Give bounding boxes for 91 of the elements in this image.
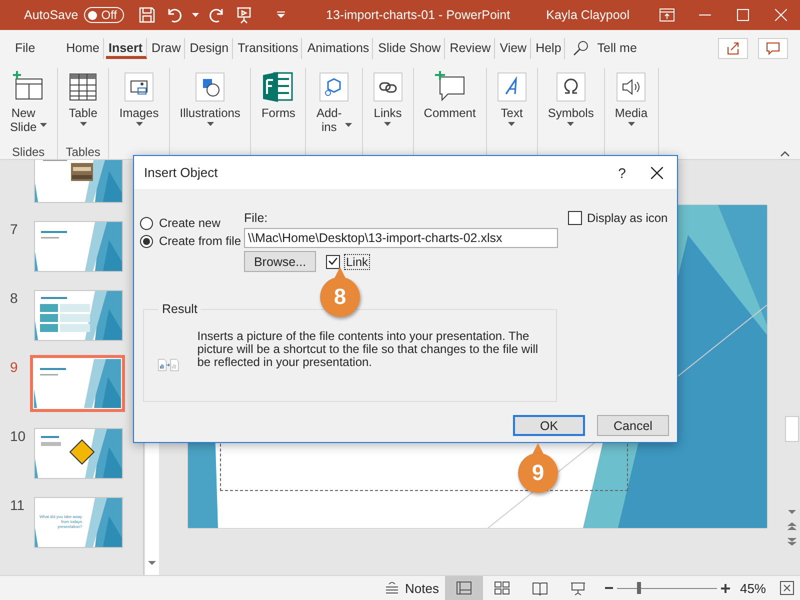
- picture-icon: [124, 72, 154, 102]
- dialog-button[interactable]: Cancel: [597, 415, 669, 436]
- search-icon: [573, 40, 590, 56]
- ribbon-tab[interactable]: Slide Show: [375, 38, 445, 58]
- ribbon-button[interactable]: Comment: [422, 70, 478, 142]
- ribbon-tab[interactable]: Review: [446, 38, 495, 58]
- ribbon-tab[interactable]: Transitions: [234, 38, 302, 58]
- ribbon-button[interactable]: Images: [117, 70, 161, 142]
- ribbon-button[interactable]: Forms: [259, 70, 298, 142]
- comment-icon: [434, 71, 466, 103]
- zoom-level[interactable]: 45%: [740, 580, 766, 596]
- forms-icon: [262, 70, 294, 104]
- autosave-toggle[interactable]: Off: [84, 7, 124, 23]
- help-button[interactable]: ?: [607, 164, 637, 180]
- normal-view-icon: [454, 579, 474, 597]
- slide-thumbnail[interactable]: [34, 428, 123, 479]
- ribbon-button[interactable]: Links: [370, 70, 405, 142]
- zoom-in-icon[interactable]: [720, 584, 730, 592]
- window-title: 13-import-charts-01 - PowerPoint: [326, 8, 510, 22]
- text-icon: [496, 72, 527, 102]
- user-name[interactable]: Kayla Claypool: [546, 8, 630, 22]
- ribbon-tab[interactable]: Help: [532, 38, 566, 58]
- slider-thumb[interactable]: [636, 582, 641, 594]
- tell-me-search[interactable]: Tell me: [573, 40, 637, 56]
- shapes-icon: [195, 72, 226, 102]
- save-icon[interactable]: [138, 6, 156, 24]
- comment-icon: [766, 42, 780, 54]
- radio-option[interactable]: Create from file: [140, 234, 244, 248]
- ribbon-button[interactable]: Add-ins: [314, 70, 354, 142]
- link-checkbox[interactable]: Link: [326, 254, 370, 268]
- ribbon-button[interactable]: Symbols: [546, 70, 596, 142]
- ribbon-button[interactable]: Table: [66, 70, 100, 142]
- comments-button[interactable]: [758, 38, 788, 58]
- autosave-label: AutoSave: [24, 8, 78, 22]
- file-path-field[interactable]: \\Mac\Home\Desktop\13-import-charts-02.xlsx: [244, 228, 558, 248]
- group-label: Slides: [12, 145, 45, 159]
- slide-number: 10: [10, 428, 26, 444]
- sorter-view-icon: [492, 579, 512, 597]
- close-icon: [651, 166, 663, 178]
- normal-view-button[interactable]: [444, 576, 483, 600]
- group-label: Tables: [66, 145, 100, 159]
- browse-button[interactable]: Browse...: [244, 251, 316, 272]
- share-icon: [726, 41, 740, 55]
- slide-thumbnail[interactable]: [30, 355, 125, 412]
- link-icon: [372, 72, 403, 102]
- ribbon-button[interactable]: New Slide: [8, 70, 49, 142]
- display-as-icon-checkbox[interactable]: Display as icon: [568, 211, 668, 225]
- next-slide-icon[interactable]: [787, 537, 797, 546]
- field-label: File:: [244, 211, 269, 225]
- collapse-ribbon-icon[interactable]: [780, 151, 790, 157]
- notes-button[interactable]: Notes: [379, 576, 445, 600]
- ribbon-button[interactable]: Text: [494, 70, 529, 142]
- ribbon-tab[interactable]: Draw: [148, 38, 185, 58]
- ribbon-tab[interactable]: File: [12, 38, 38, 58]
- slide-number: 8: [10, 290, 18, 306]
- ribbon-button[interactable]: Illustrations: [178, 70, 242, 142]
- result-label: Result: [161, 302, 198, 316]
- slide-number: 7: [10, 221, 18, 237]
- maximize-icon: [737, 9, 749, 21]
- scroll-down-icon[interactable]: [786, 508, 798, 516]
- caret-icon[interactable]: [192, 13, 200, 17]
- slide-thumbnail[interactable]: [34, 160, 123, 203]
- ribbon-tab[interactable]: Animations: [304, 38, 374, 58]
- omega-icon: [556, 72, 586, 102]
- slide-number: 11: [10, 497, 25, 513]
- checkmark-icon: [328, 257, 338, 266]
- result-description: Inserts a picture of the file contents into your presentation. The picture will be a shortcut to the file so that changes to the file will be reflected in your presentation.: [197, 330, 540, 369]
- customize-menu-icon[interactable]: [276, 11, 286, 19]
- previous-slide-icon[interactable]: [787, 522, 797, 531]
- speaker-icon: [616, 72, 646, 102]
- ribbon-display-icon: [659, 8, 675, 22]
- ribbon-button[interactable]: Media: [612, 70, 650, 142]
- scroll-down-icon[interactable]: [146, 559, 158, 567]
- table-icon: [68, 71, 98, 103]
- ribbon-tab[interactable]: Insert: [106, 38, 147, 58]
- dialog-button[interactable]: OK: [513, 415, 585, 436]
- slide-thumbnail[interactable]: [34, 290, 123, 341]
- dialog-title: Insert Object: [144, 165, 218, 180]
- minimize-icon: [699, 14, 711, 16]
- ribbon-tab[interactable]: Design: [186, 38, 233, 58]
- share-button[interactable]: [718, 38, 748, 58]
- scroll-thumb[interactable]: [785, 416, 799, 442]
- slide-number: 9: [10, 359, 18, 375]
- slide-thumbnail[interactable]: [34, 221, 123, 272]
- ribbon-tab[interactable]: Home: [63, 38, 104, 58]
- radio-option[interactable]: Create new: [140, 216, 244, 230]
- close-icon: [775, 9, 787, 21]
- ribbon-tab[interactable]: View: [496, 38, 531, 58]
- presentation-icon[interactable]: [235, 6, 254, 24]
- notes-icon: [385, 582, 399, 594]
- fit-to-window-icon[interactable]: [780, 581, 794, 595]
